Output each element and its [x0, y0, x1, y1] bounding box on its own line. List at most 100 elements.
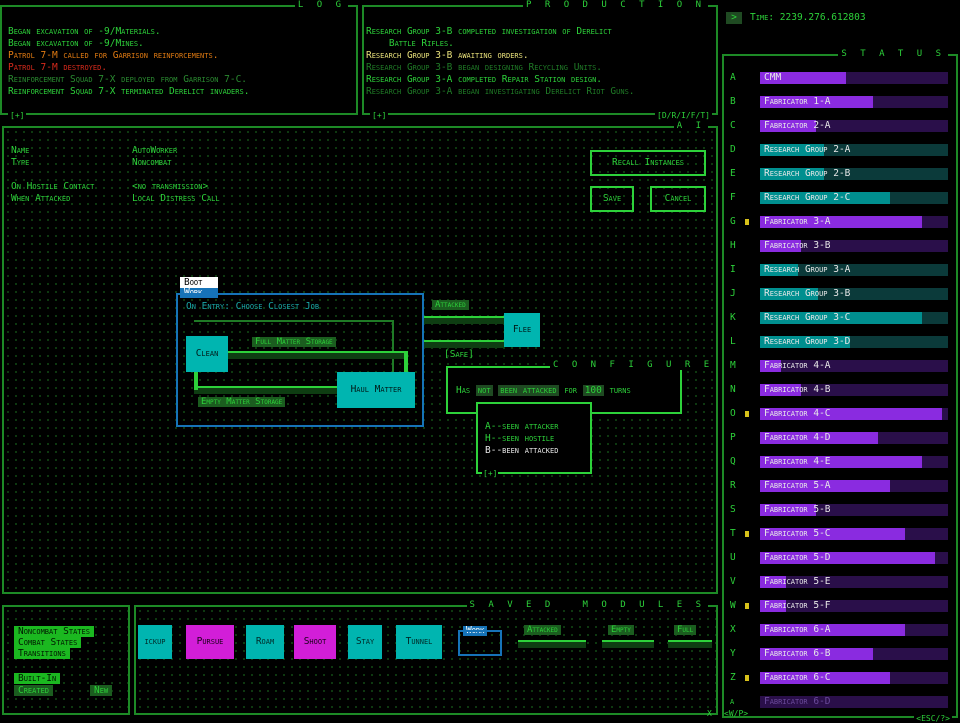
log-panel: L O G Began excavation of -9/Materials. B… [0, 0, 358, 120]
clean-node[interactable]: Clean [186, 336, 228, 372]
save-button[interactable]: Save [590, 186, 634, 212]
ai-field-key: Name [11, 145, 30, 156]
status-row[interactable]: F Research Group 2-C [730, 192, 952, 204]
not-toggle[interactable]: not [475, 385, 493, 396]
ai-field-value[interactable]: <no transmission> [132, 181, 208, 192]
saved-module[interactable]: Stay [348, 625, 382, 659]
status-bar: CMM [760, 72, 948, 84]
status-row[interactable]: R Fabricator 5-A [730, 480, 952, 492]
attacked-label[interactable]: Attacked [432, 300, 469, 310]
status-row[interactable]: T Fabricator 5-C [730, 528, 952, 540]
status-row[interactable]: I Research Group 3-A [730, 264, 952, 276]
haul-matter-node[interactable]: Haul Matter [337, 372, 415, 408]
status-row[interactable]: K Research Group 3-C [730, 312, 952, 324]
saved-transition-label[interactable]: Empty [608, 625, 634, 635]
status-row[interactable]: Y Fabricator 6-B [730, 648, 952, 660]
status-row[interactable]: B Fabricator 1-A [730, 96, 952, 108]
empty-edge-rise [194, 370, 198, 390]
turns-input[interactable]: 100 [582, 385, 604, 396]
status-row[interactable]: X Fabricator 6-A [730, 624, 952, 636]
status-row[interactable]: M Fabricator 4-A [730, 360, 952, 372]
status-row-label: Fabricator 4-A [764, 360, 831, 371]
safe-label[interactable]: [Safe] [444, 349, 474, 360]
configure-condition: Has not been attacked for 100 turns [456, 385, 631, 396]
production-expand-button[interactable]: [+] [370, 111, 389, 120]
production-title: P R O D U C T I O N [523, 0, 708, 10]
log-line: Reinforcement Squad 7-X terminated Derel… [8, 86, 250, 97]
status-bar: Fabricator 6-C [760, 672, 948, 684]
status-row-label: Research Group 2-A [764, 144, 851, 155]
status-row[interactable]: G Fabricator 3-A [730, 216, 952, 228]
configure-option[interactable]: B--been attacked [485, 445, 558, 456]
cancel-button[interactable]: Cancel [650, 186, 706, 212]
status-row[interactable]: A CMM [730, 72, 952, 84]
configure-option[interactable]: H--seen hostile [485, 433, 554, 444]
wp-button[interactable]: <W/P> [724, 709, 748, 718]
ai-title: A I [673, 121, 708, 131]
ai-field-value[interactable]: Noncombat [132, 157, 171, 168]
saved-transition-edge[interactable] [518, 640, 586, 648]
status-row-letter: M [730, 360, 736, 371]
saved-transition-edge[interactable] [602, 640, 654, 648]
status-row-letter: O [730, 408, 736, 419]
time-label: Time: 2239.276.612803 [750, 12, 866, 23]
full-matter-storage-label[interactable]: Full Matter Storage [252, 337, 336, 347]
status-row[interactable]: P Fabricator 4-D [730, 432, 952, 444]
configure-option[interactable]: A--seen attacker [485, 421, 558, 432]
status-row-label: Fabricator 4-B [764, 384, 831, 395]
time-toggle-button[interactable]: > [726, 12, 742, 24]
status-row-label: Research Group 3-A [764, 264, 851, 275]
ai-field-key: When Attacked [11, 193, 71, 204]
status-row-letter: D [730, 144, 736, 155]
empty-matter-storage-label[interactable]: Empty Matter Storage [198, 397, 286, 407]
been-attacked-select[interactable]: been attacked [498, 385, 559, 396]
status-row[interactable]: E Research Group 2-B [730, 168, 952, 180]
status-row[interactable]: Z Fabricator 6-C [730, 672, 952, 684]
status-row[interactable]: O Fabricator 4-C [730, 408, 952, 420]
built-in-item[interactable]: Built-In [14, 673, 61, 684]
production-line: Research Group 3-A completed Repair Stat… [366, 74, 603, 85]
status-row[interactable]: C Fabricator 2-A [730, 120, 952, 132]
transitions-item[interactable]: Transitions [14, 648, 70, 659]
ai-field-value[interactable]: Local Distress Call [132, 193, 220, 204]
ai-field-key: Type [11, 157, 30, 168]
saved-work-box[interactable] [458, 630, 502, 656]
saved-module[interactable]: ickup [138, 625, 172, 659]
ai-field-value[interactable]: AutoWorker [132, 145, 177, 156]
saved-transition-label[interactable]: Attacked [524, 625, 561, 635]
saved-module[interactable]: Shoot [294, 625, 336, 659]
status-row-letter: U [730, 552, 736, 563]
saved-transition-label[interactable]: Full [674, 625, 697, 635]
status-row[interactable]: J Research Group 3-B [730, 288, 952, 300]
status-row-letter: R [730, 480, 736, 491]
log-line: Reinforcement Squad 7-X deployed from Ga… [8, 74, 248, 85]
status-help-button[interactable]: <ESC/?> [914, 714, 952, 723]
new-button[interactable]: New [90, 685, 113, 696]
status-row-letter: Z [730, 672, 736, 683]
flee-node[interactable]: Flee [504, 313, 540, 347]
saved-transition-edge[interactable] [668, 640, 712, 648]
status-row[interactable]: a Fabricator 6-D [730, 696, 952, 708]
status-alert-icon [745, 411, 749, 417]
status-bar: Fabricator 4-D [760, 432, 948, 444]
saved-module[interactable]: Roam [246, 625, 284, 659]
production-filters[interactable]: [D/R/I/F/T] [655, 111, 712, 120]
status-row[interactable]: V Fabricator 5-E [730, 576, 952, 588]
log-expand-button[interactable]: [+] [8, 111, 27, 120]
combat-states-item[interactable]: Combat States [14, 637, 82, 648]
status-row[interactable]: U Fabricator 5-D [730, 552, 952, 564]
status-row[interactable]: H Fabricator 3-B [730, 240, 952, 252]
status-row[interactable]: D Research Group 2-A [730, 144, 952, 156]
status-row[interactable]: W Fabricator 5-F [730, 600, 952, 612]
configure-options-expand[interactable]: [+] [482, 469, 499, 478]
saved-module[interactable]: Tunnel [396, 625, 442, 659]
status-row[interactable]: S Fabricator 5-B [730, 504, 952, 516]
status-row[interactable]: N Fabricator 4-B [730, 384, 952, 396]
noncombat-states-item[interactable]: Noncombat States [14, 626, 94, 637]
status-row[interactable]: L Research Group 3-D [730, 336, 952, 348]
status-row[interactable]: Q Fabricator 4-E [730, 456, 952, 468]
status-row-label: Fabricator 5-A [764, 480, 831, 491]
created-item[interactable]: Created [14, 685, 54, 696]
saved-module[interactable]: Pursue [186, 625, 234, 659]
recall-instances-button[interactable]: Recall Instances [590, 150, 706, 176]
